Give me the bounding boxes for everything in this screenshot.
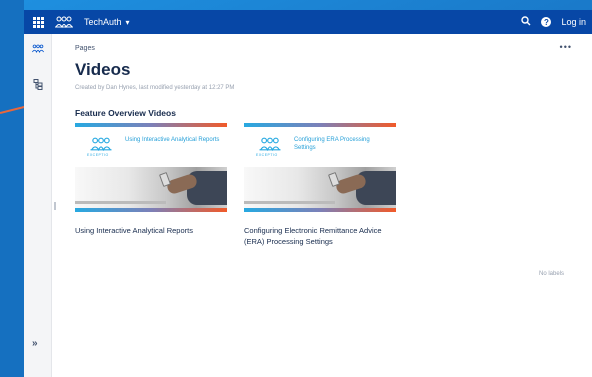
page-content: Pages ••• Videos Created by Dan Hynes, l… [75, 34, 592, 377]
thumbnail-title: Configuring ERA Processing Settings [294, 137, 370, 151]
help-icon[interactable]: ? [541, 17, 552, 27]
space-menu[interactable]: TechAuth ▾ [84, 17, 130, 27]
thumbnail-photo [244, 167, 396, 208]
thumbnail-title: Using Interactive Analytical Reports [125, 137, 220, 143]
page-byline: Created by Dan Hynes, last modified yest… [75, 85, 235, 91]
space-name: TechAuth [84, 17, 122, 27]
space-sidebar: » [24, 34, 52, 377]
space-icon[interactable] [30, 42, 46, 54]
chevron-down-icon: ▾ [125, 17, 130, 27]
grid-icon [32, 16, 44, 28]
techauth-logo-icon[interactable] [54, 16, 74, 28]
top-navigation-bar: TechAuth ▾ ? Log in [24, 10, 592, 34]
app-switcher-button[interactable] [26, 10, 50, 34]
video-caption[interactable]: Configuring Electronic Remittance Advice… [244, 226, 399, 248]
section-heading: Feature Overview Videos [75, 108, 176, 118]
gradient-bar [244, 123, 396, 127]
video-caption[interactable]: Using Interactive Analytical Reports [75, 226, 230, 237]
video-thumbnail[interactable]: EXCEPTIO Using Interactive Analytical Re… [75, 123, 227, 212]
gradient-bar [75, 208, 227, 212]
more-actions-button[interactable]: ••• [560, 42, 572, 52]
background-strip [0, 0, 24, 377]
video-thumbnail[interactable]: EXCEPTIO Configuring ERA Processing Sett… [244, 123, 396, 212]
expand-sidebar-icon[interactable]: » [32, 338, 38, 349]
logo-text: EXCEPTIO [87, 153, 109, 157]
thumbnail-photo [75, 167, 227, 208]
page-tree-icon[interactable] [30, 78, 46, 90]
search-icon[interactable] [521, 16, 531, 28]
gradient-bar [75, 123, 227, 127]
page-title: Videos [75, 60, 131, 79]
page-labels: No labels [538, 271, 564, 277]
page-frame: » Pages ••• Videos Created by Dan Hynes,… [24, 34, 592, 377]
breadcrumb[interactable]: Pages [75, 45, 95, 52]
gradient-bar [244, 208, 396, 212]
sidebar-resize-handle[interactable] [54, 202, 56, 210]
login-link[interactable]: Log in [561, 17, 586, 27]
logo-text: EXCEPTIO [256, 153, 278, 157]
